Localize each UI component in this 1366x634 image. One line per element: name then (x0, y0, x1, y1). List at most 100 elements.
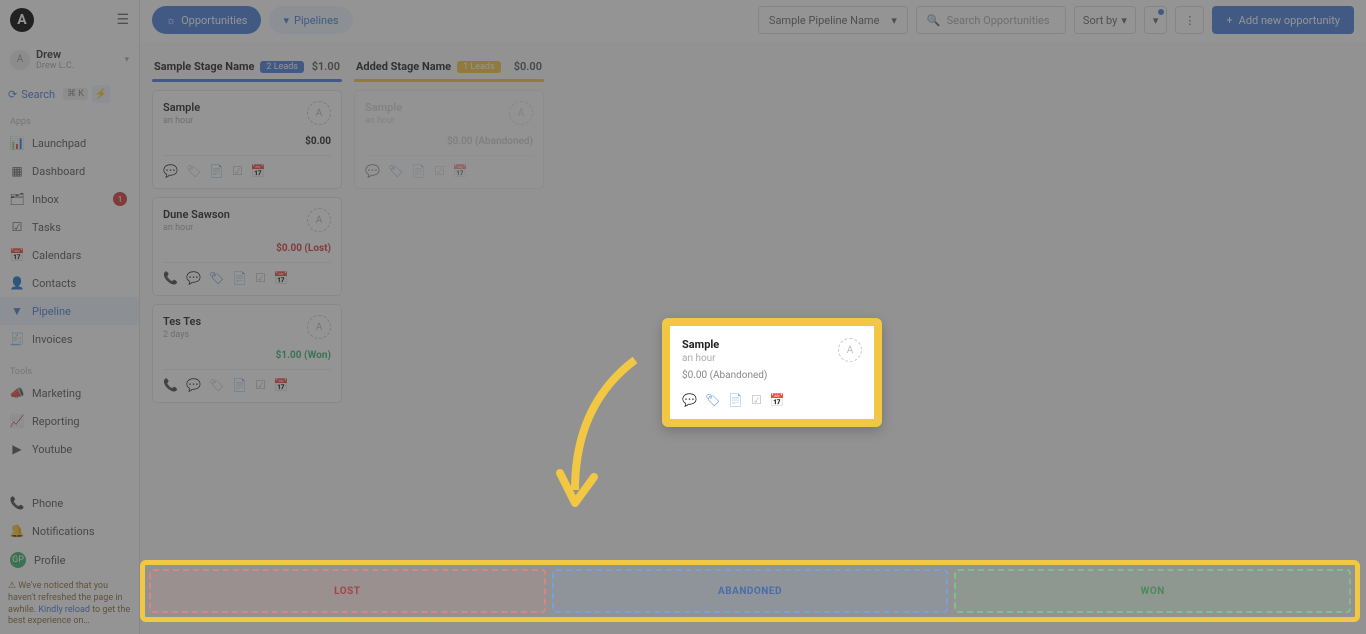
card-time: an hour (163, 116, 200, 126)
action-cal-icon[interactable]: 📅 (274, 271, 289, 285)
lightning-button[interactable]: ⚡ (92, 85, 110, 103)
nav-label-text: Phone (32, 497, 63, 510)
nav-label-text: Profile (34, 554, 65, 567)
card-title: Sample (365, 101, 402, 114)
user-avatar: A (10, 50, 30, 70)
action-cal-icon[interactable]: 📅 (770, 393, 785, 407)
card-actions: 💬 🏷 📄 ☑ 📅 (365, 155, 533, 178)
search-label: Search (21, 88, 55, 101)
sidebar-item-calendars[interactable]: 📅Calendars (0, 241, 139, 269)
action-doc-icon[interactable]: 📄 (232, 378, 247, 392)
column-accent-bar (152, 79, 342, 82)
opportunity-card[interactable]: Sample an hour A $0.00 💬 🏷 📄 ☑ 📅 (152, 90, 342, 189)
search-button[interactable]: ⟳ Search ⌘ K (8, 88, 88, 101)
sidebar-item-dashboard[interactable]: ▦Dashboard (0, 157, 139, 185)
nav-label-text: Notifications (32, 525, 95, 538)
tab-pipelines[interactable]: ▾ Pipelines (269, 6, 352, 34)
user-sub: Drew L.C. (36, 61, 74, 71)
opportunity-card[interactable]: Dune Sawson an hour A $0.00 (Lost) 📞 💬 🏷… (152, 197, 342, 296)
dropzone-lost[interactable]: LOST (149, 569, 546, 613)
column-total: $0.00 (514, 60, 542, 73)
action-tag-icon[interactable]: 🏷 (705, 393, 720, 407)
nav-label-text: Youtube (32, 443, 72, 456)
search-shortcut: ⌘ K (63, 88, 88, 100)
phone-icon: 📞 (10, 496, 24, 510)
action-check-icon[interactable]: ☑ (255, 271, 266, 285)
hamburger-icon[interactable]: ☰ (116, 12, 129, 28)
reporting-icon: 📈 (10, 414, 24, 428)
search-row: ⟳ Search ⌘ K ⚡ (0, 79, 139, 109)
action-check-icon[interactable]: ☑ (751, 393, 762, 407)
card-time: an hour (365, 116, 402, 126)
action-check-icon[interactable]: ☑ (232, 164, 243, 178)
action-check-icon[interactable]: ☑ (255, 378, 266, 392)
action-doc-icon[interactable]: 📄 (209, 164, 224, 178)
app-logo[interactable]: A (10, 8, 34, 32)
search-opportunities-input[interactable]: 🔍 Search Opportunities (916, 6, 1066, 34)
filter-button[interactable]: ▾ (1144, 6, 1168, 34)
dropzone-won[interactable]: WON (954, 569, 1351, 613)
sidebar-item-tasks[interactable]: ☑Tasks (0, 213, 139, 241)
header: ☼ Opportunities ▾ Pipelines Sample Pipel… (140, 0, 1366, 40)
action-tag-icon[interactable]: 🏷 (209, 378, 224, 392)
add-opportunity-button[interactable]: + Add new opportunity (1212, 6, 1354, 34)
card-amount: $0.00 (Lost) (163, 243, 331, 254)
tab-label: Opportunities (181, 14, 247, 27)
sidebar-item-youtube[interactable]: ▶Youtube (0, 435, 139, 463)
dropzone-container: LOST ABANDONED WON (140, 560, 1360, 622)
tab-opportunities[interactable]: ☼ Opportunities (152, 6, 261, 34)
sidebar-item-inbox[interactable]: 🗂 Inbox 1 (0, 185, 139, 213)
action-tag-icon[interactable]: 🏷 (186, 164, 201, 178)
action-doc-icon[interactable]: 📄 (728, 393, 743, 407)
action-chat-icon[interactable]: 💬 (682, 393, 697, 407)
nav-label-text: Invoices (32, 333, 73, 346)
sort-by-button[interactable]: Sort by ▾ (1074, 6, 1136, 34)
dropzone-abandoned[interactable]: ABANDONED (552, 569, 949, 613)
chevron-down-icon: ▾ (891, 14, 897, 27)
action-call-icon[interactable]: 📞 (163, 271, 178, 285)
opportunity-card[interactable]: Sample an hour A $0.00 (Abandoned) 💬 🏷 📄… (354, 90, 544, 189)
more-button[interactable]: ⋮ (1175, 6, 1204, 34)
sidebar-item-profile[interactable]: GPProfile (0, 545, 139, 575)
action-check-icon[interactable]: ☑ (434, 164, 445, 178)
action-cal-icon[interactable]: 📅 (274, 378, 289, 392)
header-right: Sample Pipeline Name ▾ 🔍 Search Opportun… (758, 6, 1354, 34)
action-cal-icon[interactable]: 📅 (453, 164, 468, 178)
action-chat-icon[interactable]: 💬 (163, 164, 178, 178)
action-tag-icon[interactable]: 🏷 (388, 164, 403, 178)
card-title: Sample (682, 338, 719, 351)
dragged-opportunity-card[interactable]: Sample an hour A $0.00 (Abandoned) 💬 🏷 📄… (662, 318, 882, 427)
opportunity-card[interactable]: Tes Tes 2 days A $1.00 (Won) 📞 💬 🏷 📄 ☑ 📅 (152, 304, 342, 403)
sidebar-item-reporting[interactable]: 📈 Reporting (0, 407, 139, 435)
nav-section-label: Tools (0, 365, 139, 379)
inbox-badge: 1 (113, 192, 127, 206)
stage-column: Sample Stage Name 2 Leads $1.00 Sample a… (152, 54, 342, 622)
dashboard-icon: ▦ (10, 164, 24, 178)
action-doc-icon[interactable]: 📄 (232, 271, 247, 285)
action-call-icon[interactable]: 📞 (163, 378, 178, 392)
notice-link[interactable]: Kindly reload (38, 605, 90, 615)
inbox-icon: 🗂 (10, 192, 24, 206)
nav-label-text: Pipeline (32, 305, 71, 318)
action-chat-icon[interactable]: 💬 (186, 378, 201, 392)
calendar-icon: 📅 (10, 248, 24, 262)
action-tag-icon[interactable]: 🏷 (209, 271, 224, 285)
action-chat-icon[interactable]: 💬 (186, 271, 201, 285)
tutorial-arrow (540, 345, 660, 525)
sidebar-item-pipeline[interactable]: ▼Pipeline (0, 297, 139, 325)
sidebar-item-contacts[interactable]: 👤Contacts (0, 269, 139, 297)
sidebar-item-marketing[interactable]: 📣Marketing (0, 379, 139, 407)
sidebar-item-launchpad[interactable]: 📊Launchpad (0, 129, 139, 157)
column-count-badge: 2 Leads (260, 61, 304, 73)
action-cal-icon[interactable]: 📅 (251, 164, 266, 178)
action-doc-icon[interactable]: 📄 (411, 164, 426, 178)
user-selector[interactable]: A Drew Drew L.C. ▾ (0, 40, 139, 79)
opportunities-icon: ☼ (166, 14, 176, 27)
sidebar-item-notifications[interactable]: 🔔Notifications (0, 517, 139, 545)
sidebar-item-phone[interactable]: 📞 Phone (0, 489, 139, 517)
nav-label-text: Reporting (32, 415, 80, 428)
nav-label-text: Inbox (32, 193, 59, 206)
pipeline-selector[interactable]: Sample Pipeline Name ▾ (758, 6, 908, 34)
sidebar-item-invoices[interactable]: 🧾Invoices (0, 325, 139, 353)
action-chat-icon[interactable]: 💬 (365, 164, 380, 178)
